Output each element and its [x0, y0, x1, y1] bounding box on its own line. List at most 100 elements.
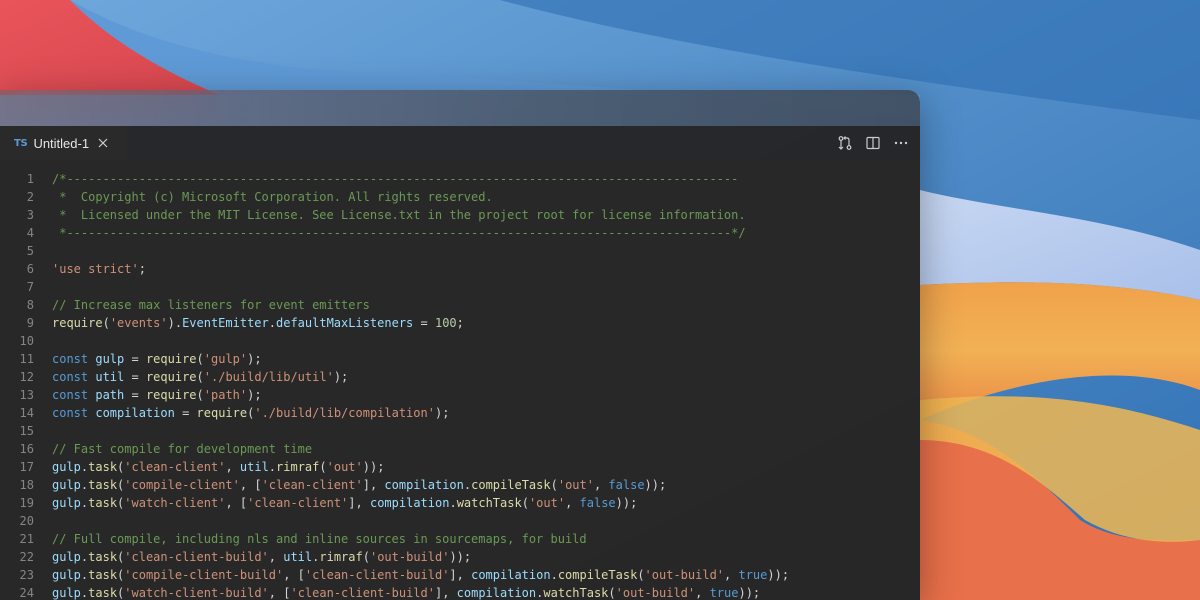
code-line[interactable]: 5 — [0, 242, 920, 260]
code-token: compilation — [384, 478, 464, 492]
code-line[interactable]: 6'use strict'; — [0, 260, 920, 278]
code-token: 'clean-client' — [261, 478, 363, 492]
code-token: 'use strict' — [52, 262, 139, 276]
line-number: 17 — [19, 460, 34, 474]
line-number: 1 — [26, 172, 34, 186]
code-line[interactable]: 10 — [0, 332, 920, 350]
line-text — [34, 278, 52, 296]
code-token: './build/lib/compilation' — [254, 406, 435, 420]
code-token: ). — [167, 316, 183, 330]
code-lines: 1 /*-------------------------------------… — [0, 170, 920, 600]
code-editor[interactable]: 1 /*-------------------------------------… — [0, 160, 920, 600]
code-token: rimraf — [319, 550, 363, 564]
code-token: 'clean-client-build' — [124, 550, 269, 564]
code-line[interactable]: 22 gulp.task('clean-client-build', util.r… — [0, 548, 920, 566]
line-text: // Full compile, including nls and inlin… — [34, 530, 587, 548]
code-token: './build/lib/util' — [203, 370, 334, 384]
code-token: 'clean-client-build' — [304, 568, 450, 582]
code-line[interactable]: 23 gulp. task ('compile-client-build', ['cl… — [0, 566, 920, 584]
line-text: /*--------------------------------------… — [34, 170, 738, 188]
code-line[interactable]: 12 const util = require('./build/lib/util… — [0, 368, 920, 386]
line-number: 14 — [19, 406, 34, 420]
code-token: ; — [138, 262, 146, 276]
title-bar[interactable] — [0, 90, 920, 126]
code-token: ], — [434, 586, 457, 600]
code-line[interactable]: 9 require('events').EventEmitter.defaultM… — [0, 314, 920, 332]
code-token: , — [695, 586, 710, 600]
code-line[interactable]: 7 — [0, 278, 920, 296]
code-token: const — [52, 370, 89, 384]
line-number: 24 — [19, 586, 34, 600]
code-token: , [ — [283, 568, 305, 582]
code-token: true — [738, 568, 768, 582]
code-line[interactable]: 13 const path = require('path'); — [0, 386, 920, 404]
code-line[interactable]: 20 — [0, 512, 920, 530]
code-token: ( — [102, 316, 110, 330]
code-line[interactable]: 4 *-------------------------------------… — [0, 224, 920, 242]
code-line[interactable]: 17 gulp.task('clean-client', util.rimraf(… — [0, 458, 920, 476]
line-text: const path = require('path'); — [34, 386, 262, 404]
close-icon[interactable] — [96, 136, 110, 150]
code-token: )); — [615, 496, 638, 510]
code-line[interactable]: 14 const compilation = require('./build/l… — [0, 404, 920, 422]
code-token: ( — [196, 370, 204, 384]
code-token: )); — [738, 586, 761, 600]
code-token: ], — [362, 478, 385, 492]
code-token: false — [579, 496, 616, 510]
code-line[interactable]: 18 gulp.task('compile-client', ['clean-cl… — [0, 476, 920, 494]
open-changes-icon[interactable] — [836, 134, 854, 152]
code-token: 'clean-client' — [247, 496, 349, 510]
code-token: const — [52, 388, 89, 402]
code-token: ( — [319, 460, 327, 474]
more-actions-icon[interactable] — [892, 134, 910, 152]
code-token: ], — [348, 496, 370, 510]
code-token: path — [95, 388, 125, 402]
code-token: . — [449, 496, 457, 510]
code-token: task — [88, 478, 118, 492]
code-token: gulp — [95, 352, 125, 366]
split-editor-icon[interactable] — [864, 134, 882, 152]
code-token: EventEmitter — [182, 316, 269, 330]
code-token: ( — [196, 388, 204, 402]
typescript-icon: TS — [14, 137, 28, 149]
code-token: util — [283, 550, 313, 564]
code-token: true — [709, 586, 739, 600]
code-line[interactable]: 11 const gulp = require('gulp'); — [0, 350, 920, 368]
code-token: compileTask — [471, 478, 551, 492]
code-line[interactable]: 1 /*-------------------------------------… — [0, 170, 920, 188]
code-token: gulp — [52, 496, 81, 510]
line-number: 11 — [19, 352, 34, 366]
line-text: const util = require('./build/lib/util')… — [34, 368, 348, 386]
code-line[interactable]: 8 // Increase max listeners for event emi… — [0, 296, 920, 314]
code-token: task — [88, 568, 118, 582]
code-token: , [ — [225, 496, 248, 510]
line-number: 23 — [19, 568, 34, 582]
code-token: false — [608, 478, 645, 492]
line-number: 9 — [26, 316, 34, 330]
line-text — [34, 332, 52, 350]
code-token: 'watch-client' — [124, 496, 226, 510]
code-line[interactable]: 16 // Fast compile for development time — [0, 440, 920, 458]
line-number: 22 — [19, 550, 34, 564]
code-token: ); — [247, 388, 262, 402]
line-text: gulp. task ('watch-client', ['clean-client… — [34, 494, 637, 512]
code-token: 'watch-client-build' — [124, 586, 269, 600]
code-line[interactable]: 21 // Full compile, including nls and inl… — [0, 530, 920, 548]
code-token: util — [239, 460, 269, 474]
code-token: const — [52, 352, 89, 366]
tab-untitled-1[interactable]: TS Untitled-1 — [0, 126, 126, 160]
code-token: ( — [362, 550, 370, 564]
code-token: = — [124, 370, 146, 384]
code-line[interactable]: 15 — [0, 422, 920, 440]
code-token: = — [124, 352, 146, 366]
line-text: * Licensed under the MIT License. See Li… — [34, 206, 745, 224]
code-line[interactable]: 19 gulp. task ('watch-client', ['clean-clie… — [0, 494, 920, 512]
code-line[interactable]: 3 * Licensed under the MIT License. See … — [0, 206, 920, 224]
code-token: /*--------------------------------------… — [52, 172, 739, 186]
line-number: 16 — [19, 442, 34, 456]
code-line[interactable]: 24 gulp.task('watch-client-build', ['clea… — [0, 584, 920, 600]
code-line[interactable]: 2 * Copyright (c) Microsoft Corporation.… — [0, 188, 920, 206]
code-token: 'out-build' — [644, 568, 725, 582]
code-token: 'clean-client' — [124, 460, 226, 474]
code-token: ; — [456, 316, 464, 330]
